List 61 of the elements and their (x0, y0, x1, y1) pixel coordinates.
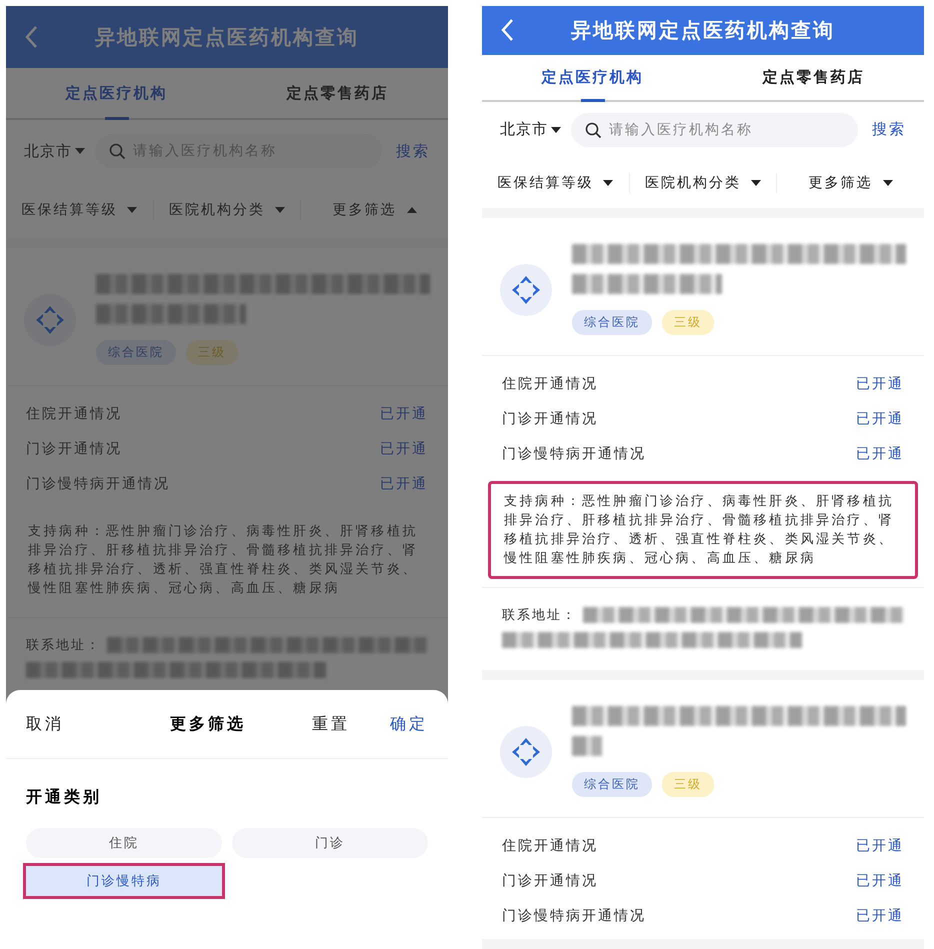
tag: 三级 (662, 772, 714, 798)
status-text: 已开通 (380, 404, 428, 422)
filter-dropdown[interactable]: 医保结算等级 (6, 200, 154, 220)
tag: 综合医院 (96, 340, 176, 365)
status-text: 已开通 (856, 410, 904, 428)
filter-dropdown[interactable]: 医保结算等级 (482, 172, 630, 193)
back-icon[interactable] (24, 25, 38, 49)
tag: 三级 (186, 340, 238, 365)
search-icon (585, 122, 602, 139)
caret-icon (75, 148, 85, 154)
tab[interactable]: 定点医疗机构 (482, 54, 703, 100)
logo-icon (24, 294, 76, 346)
status-text: 已开通 (856, 906, 904, 925)
confirm-button[interactable]: 确定 (390, 714, 428, 734)
status-text: 已开通 (380, 440, 428, 458)
tag: 三级 (662, 310, 714, 336)
diseases-text: 支持病种：恶性肿瘤门诊治疗、病毒性肝炎、肝肾移植抗排异治疗、肝移植抗排异治疗、骨髓移植抗排异治疗、肾移植抗排异治疗、透析、强直性脊柱炎、类风湿关节炎、慢性阻塞性肺疾病、冠心病、高血压、糖尿病 (28, 523, 419, 598)
filter-dropdown[interactable]: 医院机构分类 (630, 172, 778, 193)
blurred-text (572, 736, 602, 756)
page-title: 异地联网定点医药机构查询 (94, 24, 360, 50)
status-text: 已开通 (856, 374, 904, 393)
city-selector[interactable]: 北京市 (500, 120, 561, 140)
tag: 综合医院 (572, 772, 652, 798)
row-label: 门诊开通情况 (502, 410, 598, 428)
status-text: 已开通 (380, 474, 428, 492)
row-label: 住院开通情况 (502, 374, 598, 393)
row-label: 门诊慢特病开通情况 (502, 444, 646, 463)
option-chip[interactable]: 门诊 (232, 828, 428, 858)
logo-icon (500, 726, 552, 778)
logo-icon (500, 264, 552, 316)
row-label: 门诊慢特病开通情况 (26, 474, 170, 492)
city-selector[interactable]: 北京市 (24, 142, 85, 160)
diseases-text: 支持病种：恶性肿瘤门诊治疗、病毒性肝炎、肝肾移植抗排异治疗、肝移植抗排异治疗、骨髓移植抗排异治疗、肾移植抗排异治疗、透析、强直性脊柱炎、类风湿关节炎、慢性阻塞性肺疾病、冠心病、高血压、糖尿病 (504, 493, 895, 568)
option-chip[interactable]: 门诊慢特病 (26, 866, 222, 896)
cancel-button[interactable]: 取消 (26, 714, 64, 734)
row-label: 门诊慢特病开通情况 (502, 906, 646, 925)
row-label: 门诊开通情况 (502, 872, 598, 890)
row-label: 门诊开通情况 (26, 440, 122, 458)
status-text: 已开通 (856, 836, 904, 855)
row-label: 住院开通情况 (26, 404, 122, 422)
search-icon (109, 143, 126, 160)
filter-dropdown[interactable]: 更多筛选 (301, 200, 448, 220)
caret-icon (551, 126, 561, 133)
back-icon[interactable] (500, 18, 514, 42)
address-label: 联系地址： (502, 607, 577, 624)
tab[interactable]: 定点零售药店 (703, 54, 924, 100)
tag: 综合医院 (572, 310, 652, 336)
filter-dropdown[interactable]: 医院机构分类 (154, 200, 302, 220)
row-label: 住院开通情况 (502, 836, 598, 855)
status-text: 已开通 (856, 872, 904, 890)
page-title: 异地联网定点医药机构查询 (570, 16, 836, 44)
search-field[interactable]: 请输入医疗机构名称 (571, 112, 858, 147)
option-chip[interactable]: 住院 (26, 828, 222, 858)
search-button[interactable]: 搜索 (868, 120, 906, 140)
status-text: 已开通 (856, 444, 904, 463)
section-title: 开通类别 (25, 786, 103, 808)
sheet-title: 更多筛选 (169, 714, 247, 734)
reset-button[interactable]: 重置 (312, 714, 350, 734)
address-label: 联系地址： (26, 637, 101, 654)
tab[interactable]: 定点零售药店 (227, 68, 448, 118)
filter-dropdown[interactable]: 更多筛选 (777, 172, 924, 193)
